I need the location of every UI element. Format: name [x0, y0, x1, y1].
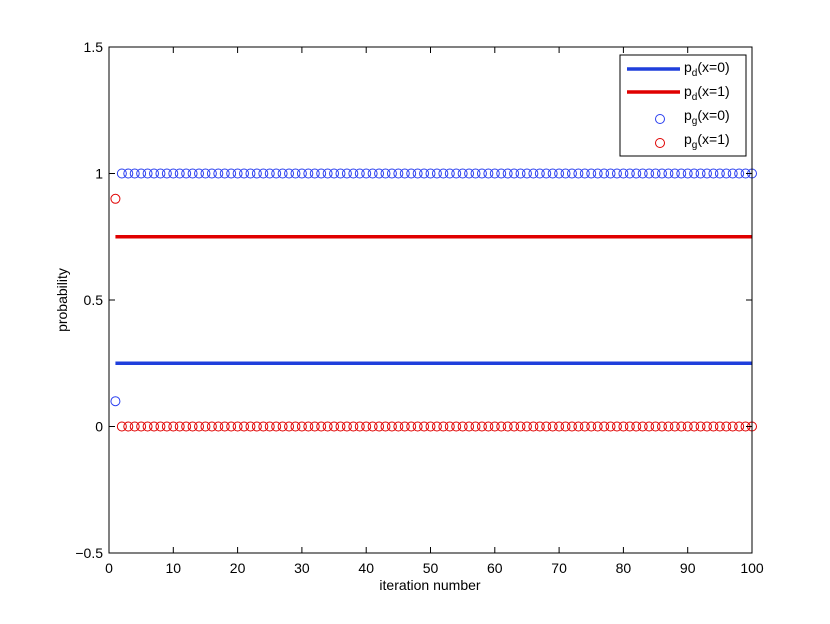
x-tick-label: 20 — [230, 560, 246, 576]
x-tick-label: 90 — [680, 560, 696, 576]
y-tick-label: 1.5 — [84, 39, 104, 55]
x-tick-label: 30 — [294, 560, 310, 576]
x-tick-label: 80 — [616, 560, 632, 576]
y-tick-label: 0.5 — [84, 292, 104, 308]
legend: pd(x=0) pd(x=1) pg(x=0) pg(x=1) — [619, 54, 747, 157]
x-tick-label: 70 — [551, 560, 567, 576]
x-axis-label: iteration number — [379, 577, 481, 593]
chart: 0 10 20 30 40 50 60 70 80 90 100−0.500.511.5 itera… — [54, 39, 764, 593]
x-tick-label: 0 — [105, 560, 113, 576]
y-tick-label: −0.5 — [75, 545, 103, 561]
y-axis-label: probability — [54, 268, 70, 332]
x-tick-label: 40 — [358, 560, 374, 576]
y-tick-label: 1 — [95, 166, 103, 182]
x-tick-label: 50 — [423, 560, 439, 576]
x-tick-label: 100 — [740, 560, 764, 576]
x-tick-label: 10 — [166, 560, 182, 576]
y-tick-label: 0 — [95, 419, 103, 435]
x-tick-label: 60 — [487, 560, 503, 576]
